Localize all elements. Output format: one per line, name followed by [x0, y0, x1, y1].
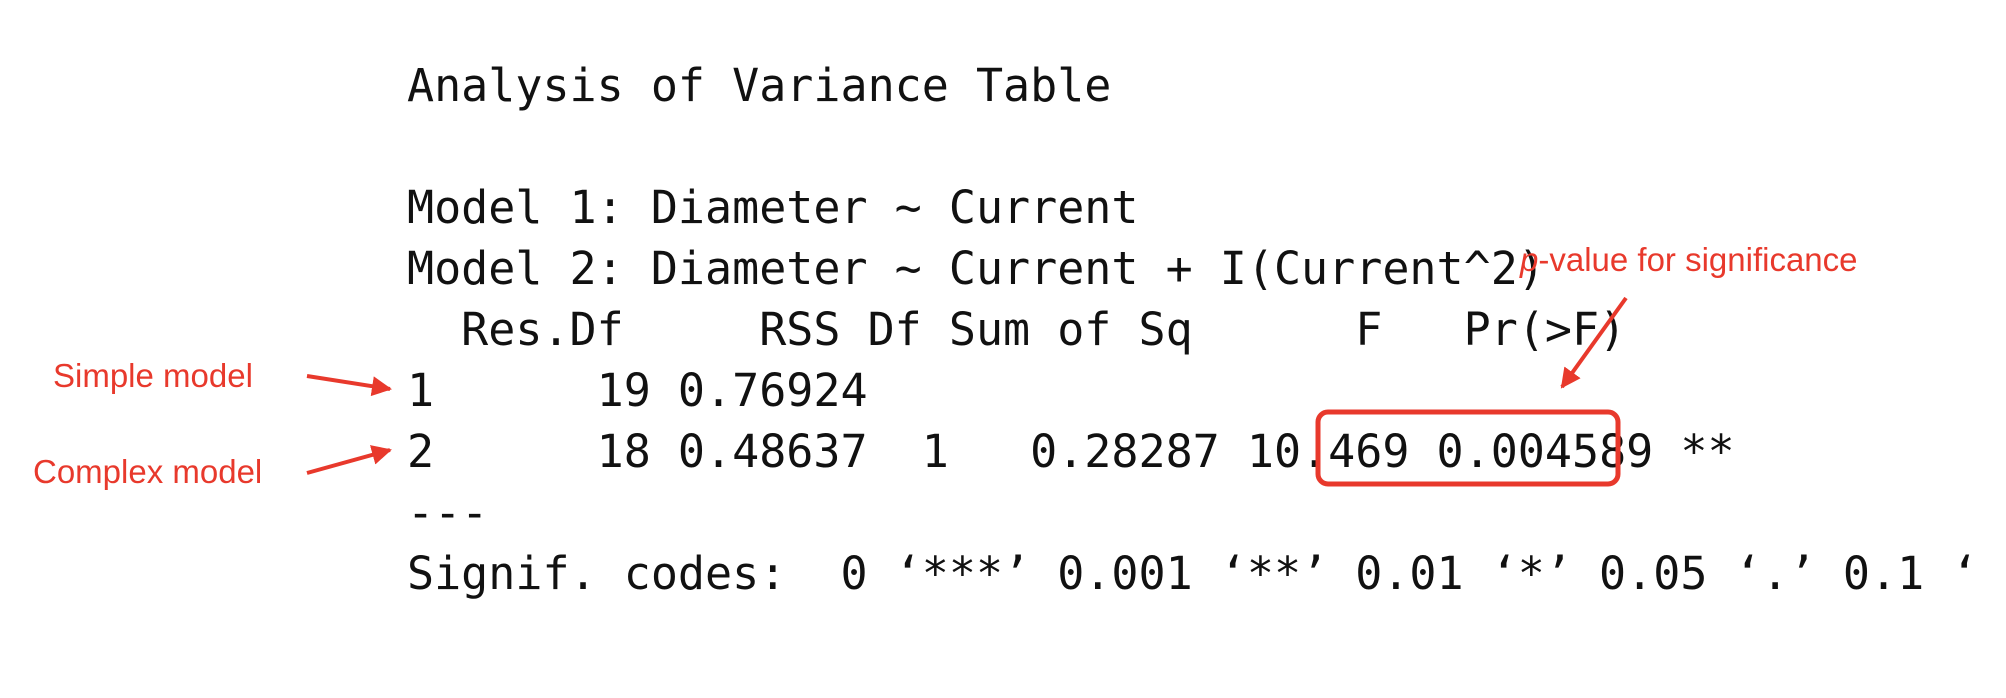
- p-value-label-italic: p: [1520, 241, 1539, 278]
- p-value-label: p-value for significance: [1520, 243, 1858, 276]
- separator: ---: [407, 486, 489, 539]
- complex-model-arrow: [306, 445, 392, 475]
- simple-model-arrow: [306, 374, 392, 397]
- table-row-2-values: 2 18 0.48637 1 0.28287 10.469: [407, 425, 1437, 478]
- signif-codes: Signif. codes: 0 ‘***’ 0.001 ‘**’ 0.01 ‘…: [407, 547, 2006, 600]
- anova-title: Analysis of Variance Table: [407, 59, 1112, 112]
- model-1-formula: Model 1: Diameter ~ Current: [407, 181, 1139, 234]
- p-value-label-text: -value for significance: [1538, 241, 1858, 278]
- table-header: Res.Df RSS Df Sum of Sq F Pr(>F): [407, 303, 1627, 356]
- model-2-formula: Model 2: Diameter ~ Current + I(Current^…: [407, 242, 1545, 295]
- simple-model-label: Simple model: [53, 357, 253, 394]
- p-value: 0.004589 **: [1436, 425, 1735, 478]
- table-row-1: 1 19 0.76924: [407, 364, 868, 417]
- complex-model-label: Complex model: [33, 453, 263, 490]
- table-row-2: 2 18 0.48637 1 0.28287 10.469 0.004589 *…: [407, 429, 1735, 474]
